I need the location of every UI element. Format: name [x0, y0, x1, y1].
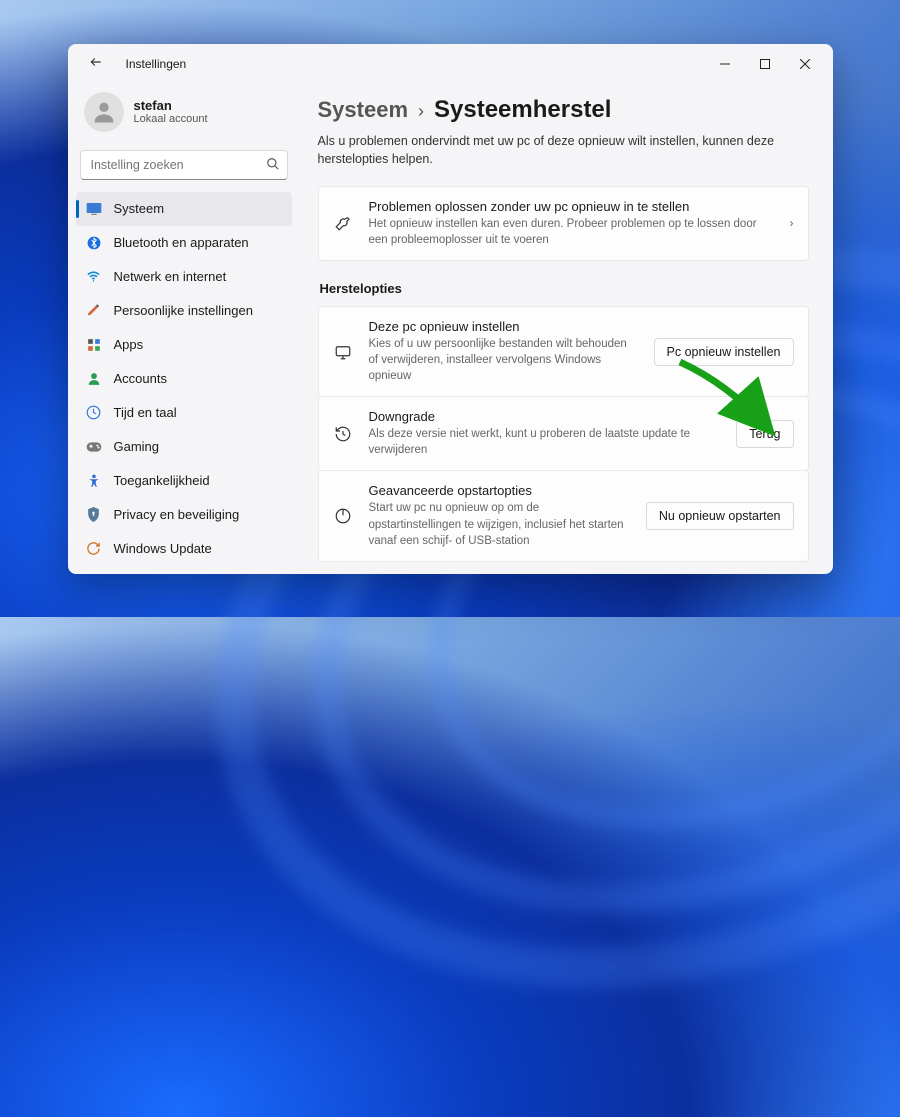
nav-item-update[interactable]: Windows Update [76, 532, 292, 566]
update-icon [86, 541, 102, 557]
nav-item-network[interactable]: Netwerk en internet [76, 260, 292, 294]
display-icon [86, 201, 102, 217]
gamepad-icon [86, 439, 102, 455]
clock-globe-icon [86, 405, 102, 421]
nav-item-label: Persoonlijke instellingen [114, 303, 253, 318]
nav-item-personalization[interactable]: Persoonlijke instellingen [76, 294, 292, 328]
person-icon [86, 371, 102, 387]
brush-icon [86, 303, 102, 319]
nav-item-label: Apps [114, 337, 144, 352]
card-title: Problemen oplossen zonder uw pc opnieuw … [369, 199, 774, 214]
card-desc: Start uw pc nu opnieuw op om de opstarti… [369, 500, 630, 548]
restart-now-button[interactable]: Nu opnieuw opstarten [646, 502, 794, 530]
go-back-button[interactable]: Terug [736, 420, 793, 448]
reset-icon [333, 343, 353, 361]
bluetooth-icon [86, 235, 102, 251]
nav-item-label: Netwerk en internet [114, 269, 227, 284]
account-sub: Lokaal account [134, 113, 208, 125]
avatar [84, 92, 124, 132]
minimize-button[interactable] [705, 49, 745, 79]
card-title: Geavanceerde opstartopties [369, 483, 630, 498]
wrench-icon [333, 214, 353, 232]
maximize-button[interactable] [745, 49, 785, 79]
chevron-right-icon: › [418, 101, 424, 122]
accessibility-icon [86, 473, 102, 489]
titlebar: Instellingen [68, 44, 833, 84]
advanced-startup-card: Geavanceerde opstartopties Start uw pc n… [318, 471, 809, 561]
apps-icon [86, 337, 102, 353]
nav-item-gaming[interactable]: Gaming [76, 430, 292, 464]
window-title: Instellingen [126, 57, 187, 71]
settings-window: Instellingen stefan Lokaal account [68, 44, 833, 574]
nav-item-time[interactable]: Tijd en taal [76, 396, 292, 430]
main-content: Systeem › Systeemherstel Als u problemen… [300, 84, 833, 574]
card-title: Downgrade [369, 409, 721, 424]
section-recovery-title: Herstelopties [320, 281, 809, 296]
intro-text: Als u problemen ondervindt met uw pc of … [318, 132, 798, 168]
card-title: Deze pc opnieuw instellen [369, 319, 638, 334]
nav-item-accounts[interactable]: Accounts [76, 362, 292, 396]
nav-item-label: Privacy en beveiliging [114, 507, 240, 522]
nav-item-label: Tijd en taal [114, 405, 177, 420]
card-desc: Als deze versie niet werkt, kunt u probe… [369, 426, 721, 458]
nav-item-label: Toegankelijkheid [114, 473, 210, 488]
nav-item-label: Windows Update [114, 541, 212, 556]
nav-item-system[interactable]: Systeem [76, 192, 292, 226]
account-name: stefan [134, 98, 208, 113]
shield-icon [86, 507, 102, 523]
card-desc: Het opnieuw instellen kan even duren. Pr… [369, 216, 774, 248]
nav-item-privacy[interactable]: Privacy en beveiliging [76, 498, 292, 532]
power-restart-icon [333, 507, 353, 525]
search-icon [266, 157, 280, 174]
nav-item-apps[interactable]: Apps [76, 328, 292, 362]
nav-list: Systeem Bluetooth en apparaten Netwerk e… [76, 192, 292, 566]
account-block[interactable]: stefan Lokaal account [76, 88, 292, 146]
search-input[interactable] [80, 150, 288, 180]
downgrade-card: Downgrade Als deze versie niet werkt, ku… [318, 397, 809, 471]
reset-pc-button[interactable]: Pc opnieuw instellen [654, 338, 794, 366]
nav-item-bluetooth[interactable]: Bluetooth en apparaten [76, 226, 292, 260]
sidebar: stefan Lokaal account Systeem Bluetooth … [68, 84, 300, 574]
card-desc: Kies of u uw persoonlijke bestanden wilt… [369, 336, 638, 384]
history-icon [333, 425, 353, 443]
troubleshoot-card[interactable]: Problemen oplossen zonder uw pc opnieuw … [318, 186, 809, 261]
wifi-icon [86, 269, 102, 285]
back-button[interactable] [84, 55, 108, 72]
reset-pc-card: Deze pc opnieuw instellen Kies of u uw p… [318, 306, 809, 397]
nav-item-label: Systeem [114, 201, 165, 216]
close-button[interactable] [785, 49, 825, 79]
nav-item-accessibility[interactable]: Toegankelijkheid [76, 464, 292, 498]
nav-item-label: Accounts [114, 371, 167, 386]
nav-item-label: Bluetooth en apparaten [114, 235, 249, 250]
page-title: Systeemherstel [434, 96, 611, 124]
breadcrumb: Systeem › Systeemherstel [318, 96, 809, 124]
nav-item-label: Gaming [114, 439, 160, 454]
breadcrumb-parent[interactable]: Systeem [318, 97, 409, 123]
chevron-right-icon: › [790, 216, 794, 230]
